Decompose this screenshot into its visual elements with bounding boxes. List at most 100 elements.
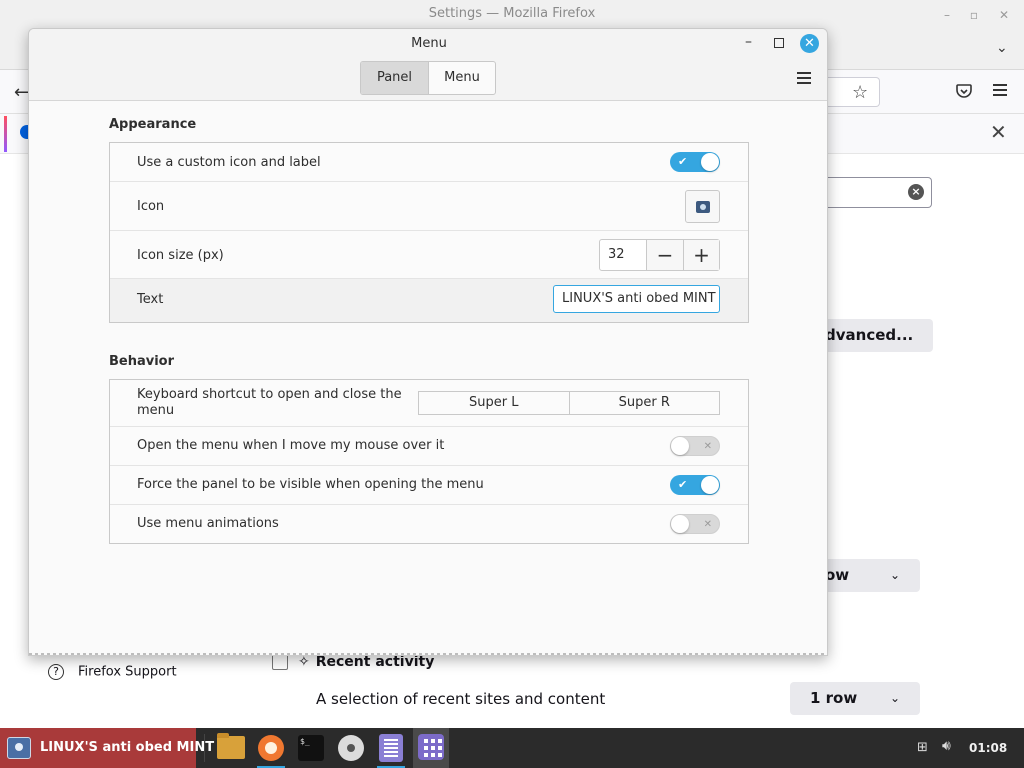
appearance-heading: Appearance <box>109 117 197 132</box>
icon-size-label: Icon size (px) <box>137 248 224 263</box>
disc-icon <box>338 735 364 761</box>
dialog-header: Menu – ✕ Panel Menu <box>29 29 827 101</box>
notice-close-icon[interactable]: ✕ <box>990 120 1007 144</box>
force-panel-label: Force the panel to be visible when openi… <box>137 477 484 492</box>
search-clear-icon[interactable]: × <box>908 184 924 200</box>
x-icon: ✕ <box>703 441 712 452</box>
maximize-icon[interactable] <box>774 38 784 48</box>
start-menu-label: LINUX'S anti obed MINT <box>40 740 215 755</box>
help-icon: ? <box>48 664 64 680</box>
chevron-down-icon: ⌄ <box>889 691 900 705</box>
rows-dropdown[interactable]: 1 row ⌄ <box>790 682 920 715</box>
menu-text-input[interactable]: LINUX'S anti obed MINT <box>553 285 720 313</box>
firefox-titlebar: Settings — Mozilla Firefox – ▫ ✕ <box>0 0 1024 30</box>
taskbar-files[interactable] <box>213 728 249 768</box>
firefox-icon <box>258 735 284 761</box>
app-grid-icon <box>418 734 444 760</box>
text-editor-icon <box>379 734 403 762</box>
hamburger-menu-icon[interactable] <box>797 72 811 84</box>
toggle-knob <box>701 153 719 171</box>
volume-icon[interactable]: 🔊︎ <box>942 738 951 754</box>
page-switcher: Panel Menu <box>360 61 496 95</box>
force-panel-row: Force the panel to be visible when openi… <box>110 466 748 505</box>
bookmark-star-icon[interactable]: ☆ <box>852 82 868 103</box>
toggle-knob <box>701 476 719 494</box>
camera-icon <box>7 737 31 759</box>
menu-settings-dialog: Menu – ✕ Panel Menu Appearance Use a cus… <box>28 28 828 656</box>
taskbar-disc[interactable] <box>333 728 369 768</box>
shortcut-super-l-button[interactable]: Super L <box>419 392 569 414</box>
firefox-maximize-icon[interactable]: ▫ <box>967 8 981 22</box>
x-icon: ✕ <box>703 519 712 530</box>
rows-dropdown-top[interactable]: ow ⌄ <box>820 559 920 592</box>
icon-size-stepper: 32 − + <box>599 239 720 271</box>
hover-open-label: Open the menu when I move my mouse over … <box>137 438 445 453</box>
recent-activity-checkbox[interactable] <box>272 654 288 670</box>
firefox-urlbar[interactable] <box>820 77 880 107</box>
hover-open-toggle[interactable]: ✕ <box>670 436 720 456</box>
taskbar-terminal[interactable]: $_ <box>293 728 329 768</box>
taskbar-text-editor[interactable] <box>373 728 409 768</box>
terminal-icon: $_ <box>298 735 324 761</box>
custom-icon-label: Use a custom icon and label <box>137 155 321 170</box>
firefox-window-title: Settings — Mozilla Firefox <box>428 6 596 21</box>
text-row: Text LINUX'S anti obed MINT <box>110 279 748 322</box>
check-icon: ✔ <box>678 478 688 491</box>
recent-activity-option[interactable]: ✧ Recent activity <box>272 654 434 670</box>
custom-icon-row: Use a custom icon and label ✔ <box>110 143 748 182</box>
recent-activity-label: Recent activity <box>315 654 435 670</box>
animations-label: Use menu animations <box>137 516 279 531</box>
tab-menu[interactable]: Menu <box>428 62 495 94</box>
start-menu-button[interactable]: LINUX'S anti obed MINT <box>0 728 214 768</box>
decrement-button[interactable]: − <box>647 240 683 270</box>
icon-size-input[interactable]: 32 <box>600 240 647 270</box>
toggle-knob <box>671 515 689 533</box>
animations-row: Use menu animations ✕ <box>110 505 748 543</box>
taskbar-separator <box>204 734 205 762</box>
dialog-bottom-edge <box>29 653 827 655</box>
recent-activity-description: A selection of recent sites and content <box>316 690 606 708</box>
advanced-button[interactable]: dvanced... <box>820 319 933 352</box>
icon-label: Icon <box>137 199 165 214</box>
hover-open-row: Open the menu when I move my mouse over … <box>110 427 748 466</box>
shortcut-label: Keyboard shortcut to open and close the … <box>137 387 402 418</box>
dialog-title: Menu <box>411 36 447 51</box>
pocket-icon[interactable] <box>955 82 973 100</box>
behavior-heading: Behavior <box>109 354 175 369</box>
network-icon[interactable]: ⊞ <box>917 740 933 756</box>
list-all-tabs-chevron-icon[interactable]: ⌄ <box>996 40 1008 56</box>
shortcut-super-r-button[interactable]: Super R <box>568 392 720 414</box>
icon-chooser-button[interactable] <box>685 190 720 223</box>
force-panel-toggle[interactable]: ✔ <box>670 475 720 495</box>
behavior-section: Keyboard shortcut to open and close the … <box>109 379 749 544</box>
appearance-section: Use a custom icon and label ✔ Icon Icon … <box>109 142 749 323</box>
rows-dropdown-value: 1 row <box>810 689 858 707</box>
check-icon: ✔ <box>678 155 688 168</box>
firefox-support-link[interactable]: ? Firefox Support <box>48 664 177 680</box>
icon-size-row: Icon size (px) 32 − + <box>110 231 748 279</box>
folder-icon <box>217 733 245 759</box>
chevron-down-icon: ⌄ <box>889 568 900 582</box>
taskbar-app-grid[interactable] <box>413 728 449 768</box>
shortcut-row: Keyboard shortcut to open and close the … <box>110 380 748 427</box>
close-icon[interactable]: ✕ <box>800 34 819 53</box>
toggle-knob <box>671 437 689 455</box>
clock[interactable]: 01:08 <box>969 741 1007 755</box>
icon-row: Icon <box>110 182 748 231</box>
sparkle-icon: ✧ <box>298 654 310 670</box>
text-label: Text <box>137 292 164 307</box>
back-arrow-icon[interactable]: ← <box>14 82 29 103</box>
firefox-close-icon[interactable]: ✕ <box>997 8 1011 22</box>
taskbar-firefox[interactable] <box>253 728 289 768</box>
firefox-support-label: Firefox Support <box>78 664 177 680</box>
animations-toggle[interactable]: ✕ <box>670 514 720 534</box>
minimize-icon[interactable]: – <box>745 34 759 50</box>
increment-button[interactable]: + <box>683 240 719 270</box>
camera-icon <box>696 201 710 213</box>
custom-icon-toggle[interactable]: ✔ <box>670 152 720 172</box>
firefox-app-menu-icon[interactable] <box>993 84 1007 96</box>
tab-panel[interactable]: Panel <box>361 62 428 94</box>
firefox-minimize-icon[interactable]: – <box>940 8 954 22</box>
notice-accent-decoration <box>4 116 7 152</box>
taskbar: LINUX'S anti obed MINT $_ ⊞ 🔊︎ 01:08 <box>0 728 1024 768</box>
